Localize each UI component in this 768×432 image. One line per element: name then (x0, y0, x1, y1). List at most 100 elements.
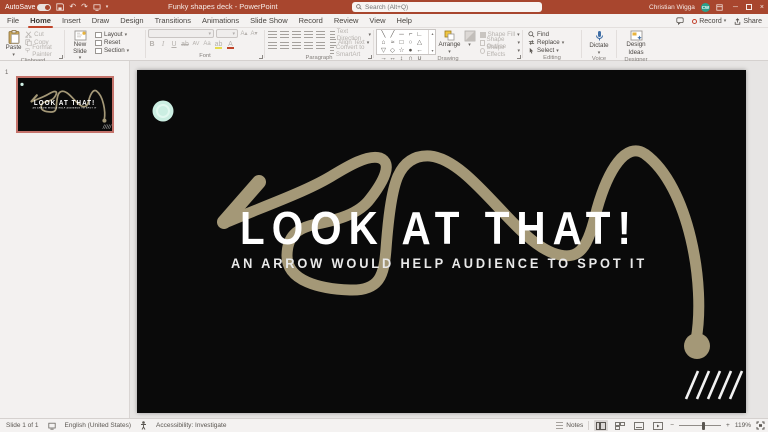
underline-button[interactable]: U (170, 41, 178, 48)
scroll-up-icon[interactable]: ▴ (431, 31, 433, 36)
font-color-button[interactable]: A (226, 41, 235, 49)
font-name-combobox[interactable]: ▾ (148, 29, 214, 38)
shape-icon[interactable]: ← (415, 47, 424, 55)
shape-icon[interactable]: ╱ (388, 31, 397, 39)
slide-thumbnail-panel[interactable]: 1 (0, 61, 130, 418)
new-slide-button[interactable]: New Slide ▾ (67, 29, 93, 61)
tab-draw[interactable]: Draw (92, 14, 110, 28)
comments-icon[interactable] (676, 17, 684, 25)
close-button[interactable]: × (760, 4, 764, 11)
search-box[interactable] (352, 2, 542, 12)
shape-icon[interactable]: ⌐ (406, 31, 415, 39)
format-painter-button[interactable]: Format Painter (25, 44, 62, 58)
align-right-button[interactable] (291, 41, 302, 50)
bold-button[interactable]: B (148, 41, 156, 48)
tab-insert[interactable]: Insert (62, 14, 81, 28)
shape-effects-button[interactable]: Shape Effects ▾ (479, 44, 520, 58)
tab-design[interactable]: Design (120, 14, 143, 28)
gallery-scrollbar[interactable]: ▴ ▾ (428, 30, 435, 54)
bullets-button[interactable] (267, 30, 278, 39)
reading-view-button[interactable] (632, 420, 646, 431)
share-button[interactable]: Share (734, 18, 762, 25)
normal-view-button[interactable] (594, 420, 609, 431)
shape-icon[interactable]: ☆ (397, 47, 406, 55)
zoom-slider[interactable] (679, 421, 722, 430)
columns-button[interactable] (315, 41, 326, 50)
paragraph-dialog-launcher[interactable] (368, 55, 372, 59)
shapes-gallery[interactable]: ╲ ╱ ─ ⌐ ∟ ⌂ ≈ □ ○ △ ▽ ◇ ☆ ● ← → ↔ ↕ ∩ ∪ … (376, 29, 437, 70)
slide-thumbnail[interactable] (16, 76, 114, 133)
shape-icon[interactable]: ○ (406, 39, 415, 47)
tab-transitions[interactable]: Transitions (155, 14, 191, 28)
arrange-button[interactable]: Arrange ▾ (438, 29, 460, 54)
save-icon[interactable] (56, 3, 65, 11)
layout-button[interactable]: Layout ▾ (95, 31, 129, 38)
clipboard-dialog-launcher[interactable] (59, 55, 63, 59)
shape-icon[interactable]: ◇ (388, 47, 397, 55)
shape-icon[interactable]: □ (397, 39, 406, 47)
minimize-button[interactable]: ─ (733, 4, 738, 11)
indent-decrease-button[interactable] (291, 30, 302, 39)
grow-font-button[interactable]: A▴ (240, 30, 248, 37)
dictate-button[interactable]: Dictate ▾ (586, 29, 612, 55)
shape-icon[interactable]: ⌂ (379, 39, 388, 47)
shape-icon[interactable]: ∟ (415, 31, 424, 39)
character-spacing-button[interactable]: AV (192, 41, 200, 47)
text-direction-button[interactable]: Text Direction ▾ (330, 28, 371, 42)
scroll-down-icon[interactable]: ▾ (431, 48, 433, 53)
user-name[interactable]: Christian Wigga (649, 4, 695, 11)
align-left-button[interactable] (267, 41, 278, 50)
language-indicator[interactable]: English (United States) (65, 422, 131, 429)
line-spacing-button[interactable] (315, 30, 326, 39)
section-button[interactable]: Section ▾ (95, 47, 129, 54)
avatar[interactable]: CW (700, 2, 710, 12)
align-center-button[interactable] (279, 41, 290, 50)
zoom-level[interactable]: 119% (735, 422, 751, 429)
slide-sorter-view-button[interactable] (613, 420, 627, 431)
fit-slide-to-window-icon[interactable] (756, 421, 765, 430)
undo-icon[interactable]: ↶ (69, 2, 76, 12)
notes-button[interactable]: Notes (556, 422, 583, 429)
search-input[interactable] (365, 3, 525, 11)
slide[interactable] (137, 70, 746, 413)
shape-icon[interactable]: ╲ (379, 31, 388, 39)
numbering-button[interactable] (279, 30, 290, 39)
justify-button[interactable] (303, 41, 314, 50)
drawing-dialog-launcher[interactable] (517, 55, 521, 59)
font-size-combobox[interactable]: ▾ (216, 29, 238, 38)
tab-file[interactable]: File (7, 14, 19, 28)
reset-button[interactable]: Reset (95, 39, 129, 46)
font-dialog-launcher[interactable] (259, 55, 263, 59)
convert-to-smartart-button[interactable]: Convert to SmartArt (330, 44, 371, 58)
shape-icon[interactable]: ▽ (379, 47, 388, 55)
autosave-toggle[interactable]: AutoSave (5, 3, 52, 11)
display-settings-icon[interactable] (47, 422, 56, 430)
tab-help[interactable]: Help (397, 14, 412, 28)
select-button[interactable]: Select ▾ (528, 47, 564, 54)
tab-view[interactable]: View (369, 14, 385, 28)
shape-icon[interactable]: △ (415, 39, 424, 47)
text-highlight-button[interactable]: ab (214, 41, 223, 49)
tab-animations[interactable]: Animations (202, 14, 239, 28)
customize-qat-chevron-icon[interactable]: ▾ (106, 2, 109, 12)
shape-icon[interactable]: ≈ (388, 39, 397, 47)
tab-slide-show[interactable]: Slide Show (250, 14, 288, 28)
zoom-out-button[interactable]: − (670, 422, 674, 429)
slide-canvas[interactable] (137, 70, 746, 413)
design-ideas-button[interactable]: Design Ideas (623, 29, 649, 56)
slide-indicator[interactable]: Slide 1 of 1 (6, 422, 39, 429)
zoom-slider-thumb[interactable] (702, 421, 706, 430)
slide-show-button[interactable] (651, 420, 665, 431)
tab-review[interactable]: Review (334, 14, 359, 28)
accessibility-status[interactable]: Accessibility: Investigate (156, 422, 226, 429)
indent-increase-button[interactable] (303, 30, 314, 39)
tab-record[interactable]: Record (299, 14, 323, 28)
paste-button[interactable]: Paste ▾ (4, 29, 23, 57)
autosave-switch-icon[interactable] (37, 3, 52, 11)
redo-icon[interactable]: ↷ (81, 2, 88, 12)
change-case-button[interactable]: Aa (203, 41, 211, 47)
shape-icon[interactable]: ● (406, 47, 415, 55)
zoom-in-button[interactable]: + (726, 422, 730, 429)
find-button[interactable]: Find (528, 31, 564, 38)
tab-home[interactable]: Home (28, 14, 53, 28)
